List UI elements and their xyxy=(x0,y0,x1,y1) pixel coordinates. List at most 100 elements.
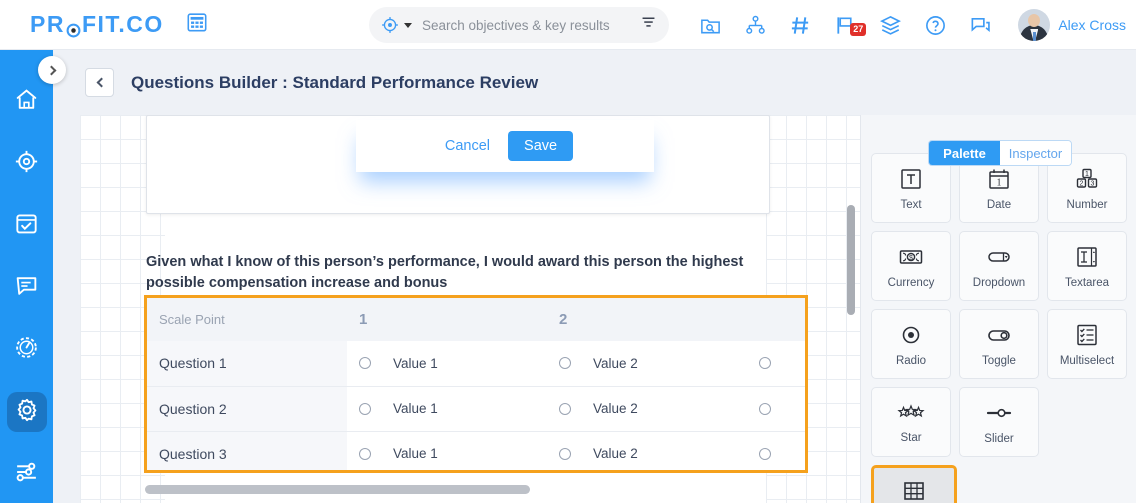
palette-item-label: Slider xyxy=(984,432,1014,445)
palette-item-label: Radio xyxy=(895,354,927,367)
matrix-row-label: Question 2 xyxy=(147,386,347,432)
radio-option[interactable] xyxy=(359,447,371,460)
palette-item-star[interactable]: Star xyxy=(871,387,951,457)
star-rating-icon xyxy=(896,401,926,425)
palette-item-label: Text xyxy=(900,198,922,211)
logo-text-right: FIT.CO xyxy=(81,11,164,37)
radio-option[interactable] xyxy=(359,402,371,415)
sidebar-item-feedback[interactable] xyxy=(7,268,47,308)
chevron-left-icon xyxy=(96,77,106,88)
org-chart-icon[interactable] xyxy=(744,14,767,37)
matrix-cell: Value 1 xyxy=(347,431,547,470)
matrix-grid-icon xyxy=(901,478,927,503)
palette-item-label: Multiselect xyxy=(1059,354,1115,367)
multiselect-icon xyxy=(1074,322,1100,348)
palette-item-label: Dropdown xyxy=(972,276,1026,289)
top-bar: PR FIT.CO Search objectives & key result… xyxy=(0,0,1136,50)
matrix-row-label: Question 3 xyxy=(147,431,347,470)
canvas-horizontal-scrollbar[interactable] xyxy=(145,485,530,494)
radio-option-label: Value 1 xyxy=(393,401,438,416)
matrix-cell xyxy=(747,431,805,470)
palette-item-currency[interactable]: $ Currency xyxy=(871,231,951,301)
radio-option-label: Value 2 xyxy=(593,401,638,416)
sidebar-item-tasks[interactable] xyxy=(7,206,47,246)
editor-action-bar: Cancel Save xyxy=(356,120,654,172)
chevron-down-icon xyxy=(404,22,412,28)
table-row: Question 1 Value 1 Value 2 xyxy=(147,341,805,387)
matrix-table: Scale Point 1 2 3 Question 1 Value 1 xyxy=(147,298,805,470)
currency-bill-icon: $ xyxy=(898,244,924,270)
gear-icon xyxy=(14,397,40,428)
matrix-cell xyxy=(747,341,805,387)
search-scope-selector[interactable] xyxy=(381,16,412,34)
task-check-icon xyxy=(14,211,39,241)
matrix-cell: Value 1 xyxy=(347,386,547,432)
gauge-icon xyxy=(14,335,39,365)
app-logo[interactable]: PR FIT.CO xyxy=(30,11,208,38)
radio-option[interactable] xyxy=(759,402,771,415)
sidebar-item-home[interactable] xyxy=(7,82,47,122)
palette-panel: Palette Inspector Text 1 Date 1 2 3 Numb… xyxy=(860,115,1136,503)
target-icon xyxy=(14,149,39,179)
sidebar-item-performance[interactable] xyxy=(7,330,47,370)
home-icon xyxy=(14,87,39,117)
radio-option-label: Value 1 xyxy=(393,446,438,461)
hash-icon[interactable] xyxy=(789,14,812,37)
radio-option[interactable] xyxy=(559,447,571,460)
back-button[interactable] xyxy=(85,68,114,97)
radio-option[interactable] xyxy=(359,357,371,370)
palette-item-label: Textarea xyxy=(1064,276,1110,289)
help-icon[interactable] xyxy=(924,14,947,37)
radio-option-label: Value 1 xyxy=(393,355,438,371)
matrix-header-1: 1 xyxy=(347,298,547,341)
radio-option-label: Value 2 xyxy=(593,446,638,461)
filter-icon[interactable] xyxy=(640,14,657,36)
radio-option[interactable] xyxy=(559,357,571,370)
sidebar-collapse-toggle[interactable] xyxy=(38,56,66,84)
layers-icon[interactable] xyxy=(879,14,902,37)
palette-grid: Text 1 Date 1 2 3 Number $ Currency Drop… xyxy=(871,153,1129,503)
palette-item-toggle[interactable]: Toggle xyxy=(959,309,1039,379)
svg-text:2: 2 xyxy=(1080,180,1084,187)
cancel-button[interactable]: Cancel xyxy=(437,132,498,160)
left-sidebar xyxy=(0,50,53,503)
palette-item-dropdown[interactable]: Dropdown xyxy=(959,231,1039,301)
flag-icon[interactable]: 27 xyxy=(834,14,867,37)
sidebar-item-configure[interactable] xyxy=(7,454,47,494)
folder-search-icon[interactable] xyxy=(699,14,722,37)
matrix-cell: Value 2 xyxy=(547,386,747,432)
palette-item-label: Star xyxy=(900,431,922,444)
matrix-radio-widget[interactable]: Scale Point 1 2 3 Question 1 Value 1 xyxy=(144,295,808,473)
tab-inspector[interactable]: Inspector xyxy=(1000,141,1071,165)
avatar xyxy=(1018,9,1051,41)
palette-item-matrix-radio[interactable]: Matrix Radio xyxy=(871,465,957,503)
radio-option[interactable] xyxy=(759,357,771,370)
user-menu[interactable]: Alex Cross xyxy=(1018,9,1126,41)
logo-text: PR FIT.CO xyxy=(30,11,164,38)
table-row: Question 3 Value 1 Value 2 xyxy=(147,431,805,470)
slider-icon xyxy=(985,400,1013,426)
palette-item-multiselect[interactable]: Multiselect xyxy=(1047,309,1127,379)
canvas-vertical-scrollbar[interactable] xyxy=(847,205,855,315)
sidebar-item-settings[interactable] xyxy=(6,392,47,432)
chat-icon[interactable] xyxy=(969,14,992,37)
radio-option[interactable] xyxy=(559,402,571,415)
global-search[interactable] xyxy=(369,7,669,43)
chevron-right-icon xyxy=(46,65,56,75)
palette-item-slider[interactable]: Slider xyxy=(959,387,1039,457)
palette-item-textarea[interactable]: Textarea xyxy=(1047,231,1127,301)
radio-option-label: Value 2 xyxy=(593,355,638,371)
radio-option[interactable] xyxy=(759,447,771,460)
svg-text:1: 1 xyxy=(1085,171,1089,178)
calendar-icon[interactable] xyxy=(186,11,208,38)
table-row: Question 2 Value 1 Value 2 xyxy=(147,386,805,432)
save-button[interactable]: Save xyxy=(508,131,574,161)
tab-palette[interactable]: Palette xyxy=(929,141,1000,165)
search-input[interactable] xyxy=(422,17,640,33)
user-name: Alex Cross xyxy=(1058,17,1126,33)
matrix-cell: Value 1 xyxy=(347,341,547,387)
radio-icon xyxy=(898,322,924,348)
sidebar-item-objectives[interactable] xyxy=(7,144,47,184)
svg-text:3: 3 xyxy=(1091,180,1095,187)
palette-item-radio[interactable]: Radio xyxy=(871,309,951,379)
